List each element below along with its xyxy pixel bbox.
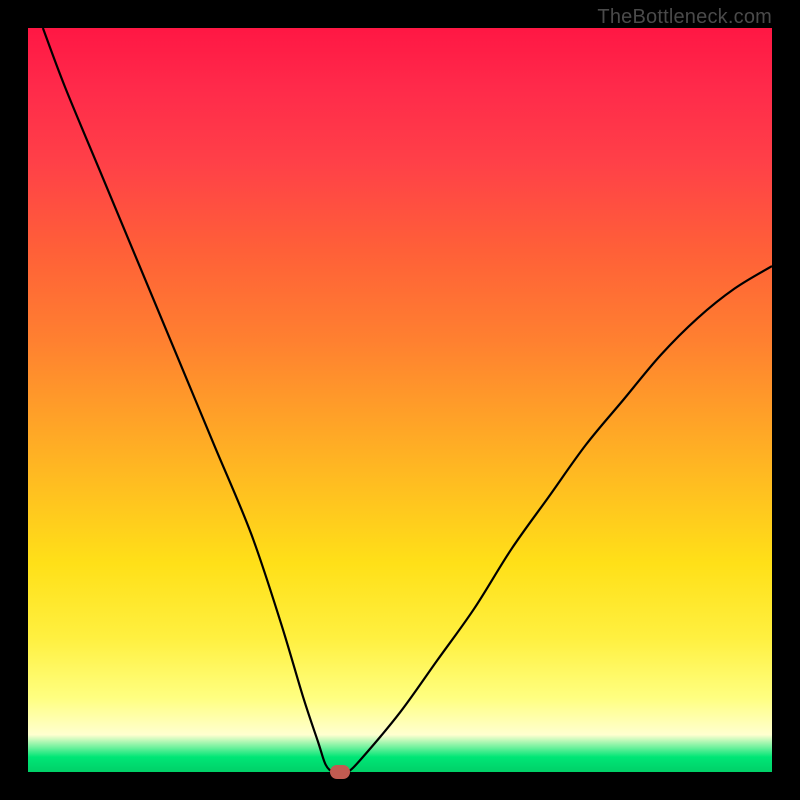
optimum-marker (330, 765, 350, 779)
curve-svg (28, 28, 772, 772)
bottleneck-curve (43, 28, 772, 772)
chart-frame: TheBottleneck.com (0, 0, 800, 800)
watermark-text: TheBottleneck.com (597, 6, 772, 29)
plot-area (28, 28, 772, 772)
